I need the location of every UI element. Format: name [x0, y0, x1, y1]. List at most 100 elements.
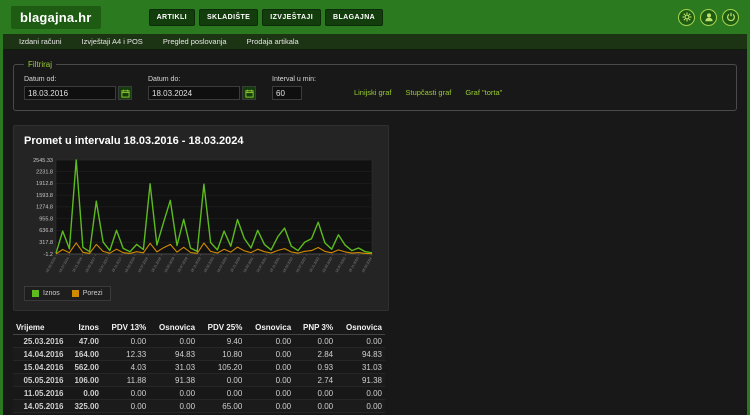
subnav-izdani-racuni[interactable]: Izdani računi [9, 34, 72, 49]
table-cell: 106.00 [67, 374, 102, 387]
x-tick-label: 18.07.2016 [58, 256, 70, 273]
date-from-calendar-icon[interactable] [118, 86, 132, 100]
link-stupcasti-graf[interactable]: Stupčasti graf [405, 88, 451, 97]
table-row[interactable]: 25.03.201647.000.000.009.400.000.000.00 [13, 335, 385, 348]
date-from-label: Datum od: [24, 76, 132, 83]
user-icon[interactable] [700, 9, 717, 26]
porezi-swatch [72, 290, 79, 297]
date-to-group: Datum do: [148, 76, 256, 100]
table-cell: 14.05.2016 [13, 400, 67, 413]
table-row[interactable]: 05.05.2016106.0011.8891.380.000.002.7491… [13, 374, 385, 387]
table-cell: 25.03.2016 [13, 335, 67, 348]
legend-label-porezi: Porezi [83, 290, 103, 297]
date-to-input[interactable] [148, 86, 240, 100]
main-nav: ARTIKLI SKLADIŠTE IZVJEŠTAJI BLAGAJNA [149, 9, 384, 26]
table-cell: 10.80 [198, 348, 245, 361]
nav-izvjestaji-button[interactable]: IZVJEŠTAJI [262, 9, 321, 26]
totals-table: Vrijeme Iznos PDV 13% Osnovica PDV 25% O… [13, 321, 385, 415]
col-osnovica-2: Osnovica [245, 321, 294, 335]
subnav-izvjestaji-a4-pos[interactable]: Izvještaji A4 i POS [72, 34, 153, 49]
col-iznos: Iznos [67, 321, 102, 335]
table-cell: 0.00 [245, 400, 294, 413]
filter-fieldset: Filtriraj Datum od: Datum do: [13, 60, 737, 111]
table-cell: 14.04.2016 [13, 348, 67, 361]
table-cell: 0.00 [336, 387, 385, 400]
x-tick-label: 18.03.2017 [84, 256, 96, 273]
table-row[interactable]: 14.05.2016325.000.000.0065.000.000.000.0… [13, 400, 385, 413]
table-cell: 31.03 [149, 361, 198, 374]
table-cell: 15.04.2016 [13, 361, 67, 374]
x-tick-label: 18.07.2018 [137, 256, 149, 273]
line-chart: 2545.332231.81912.81593.81274.8955.8636.… [24, 154, 376, 284]
subnav-pregled-poslovanja[interactable]: Pregled poslovanja [153, 34, 237, 49]
table-cell: 11.05.2016 [13, 387, 67, 400]
table-cell: 31.03 [336, 361, 385, 374]
graph-type-links: Linijski graf Stupčasti graf Graf "torta… [354, 88, 502, 100]
table-cell: 47.00 [67, 335, 102, 348]
link-linijski-graf[interactable]: Linijski graf [354, 88, 392, 97]
nav-blagajna-button[interactable]: BLAGAJNA [325, 9, 383, 26]
table-cell: 0.00 [67, 387, 102, 400]
x-tick-label: 18.03.2023 [321, 256, 333, 273]
x-tick-label: 18.03.2022 [282, 256, 294, 273]
nav-skladiste-button[interactable]: SKLADIŠTE [199, 9, 258, 26]
y-tick-label: 955.8 [39, 216, 53, 222]
y-tick-label: 636.8 [39, 228, 53, 234]
table-cell: 0.00 [294, 335, 336, 348]
table-cell: 9.40 [198, 335, 245, 348]
table-cell: 12.33 [102, 348, 149, 361]
interval-group: Interval u min: [272, 76, 316, 100]
date-from-input[interactable] [24, 86, 116, 100]
table-cell: 0.00 [198, 374, 245, 387]
y-tick-label: 2231.8 [36, 169, 53, 175]
filter-section: Filtriraj Datum od: Datum do: [3, 50, 747, 111]
table-cell: 0.00 [102, 335, 149, 348]
table-row[interactable]: 15.04.2016562.004.0331.03105.200.000.933… [13, 361, 385, 374]
chart-title: Promet u intervalu 18.03.2016 - 18.03.20… [24, 135, 378, 147]
col-vrijeme: Vrijeme [13, 321, 67, 335]
date-to-calendar-icon[interactable] [242, 86, 256, 100]
table-cell: 05.05.2016 [13, 374, 67, 387]
table-cell: 0.00 [294, 387, 336, 400]
table-cell: 94.83 [336, 348, 385, 361]
x-tick-label: 18.03.2019 [163, 256, 175, 273]
settings-icon[interactable] [678, 9, 695, 26]
x-tick-label: 18.11.2016 [71, 256, 83, 273]
power-icon[interactable] [722, 9, 739, 26]
table-cell: 0.00 [245, 361, 294, 374]
table-cell: 0.00 [245, 348, 294, 361]
legend-item-porezi: Porezi [72, 290, 103, 297]
col-pnp3: PNP 3% [294, 321, 336, 335]
table-row[interactable]: 14.04.2016164.0012.3394.8310.800.002.849… [13, 348, 385, 361]
table-cell: 91.38 [149, 374, 198, 387]
subnav-prodaja-artikala[interactable]: Prodaja artikala [237, 34, 309, 49]
col-osnovica-3: Osnovica [336, 321, 385, 335]
table-cell: 65.00 [198, 400, 245, 413]
legend-label-iznos: Iznos [43, 290, 60, 297]
table-cell: 0.00 [294, 400, 336, 413]
table-cell: 0.00 [336, 400, 385, 413]
table-cell: 91.38 [336, 374, 385, 387]
x-tick-label: 18.11.2017 [111, 256, 123, 273]
table-header-row: Vrijeme Iznos PDV 13% Osnovica PDV 25% O… [13, 321, 385, 335]
col-osnovica-1: Osnovica [149, 321, 198, 335]
table-cell: 0.00 [336, 335, 385, 348]
link-graf-torta[interactable]: Graf "torta" [465, 88, 502, 97]
y-tick-label: 1593.8 [36, 193, 53, 199]
table-cell: 0.00 [198, 387, 245, 400]
x-tick-label: 18.03.2024 [361, 256, 373, 273]
x-tick-label: 18.07.2023 [335, 256, 347, 273]
chart-legend: Iznos Porezi [24, 286, 111, 301]
table-row[interactable]: 11.05.20160.000.000.000.000.000.000.00 [13, 387, 385, 400]
table-cell: 325.00 [67, 400, 102, 413]
nav-artikli-button[interactable]: ARTIKLI [149, 9, 195, 26]
table-cell: 4.03 [102, 361, 149, 374]
x-tick-label: 18.03.2021 [242, 256, 254, 273]
table-cell: 164.00 [67, 348, 102, 361]
x-tick-label: 18.07.2019 [177, 256, 189, 273]
table-body: 25.03.201647.000.000.009.400.000.000.001… [13, 335, 385, 415]
x-tick-label: 18.03.2020 [203, 256, 215, 273]
y-tick-label: 317.8 [39, 240, 53, 246]
interval-input[interactable] [272, 86, 302, 100]
table-cell: 0.00 [245, 335, 294, 348]
